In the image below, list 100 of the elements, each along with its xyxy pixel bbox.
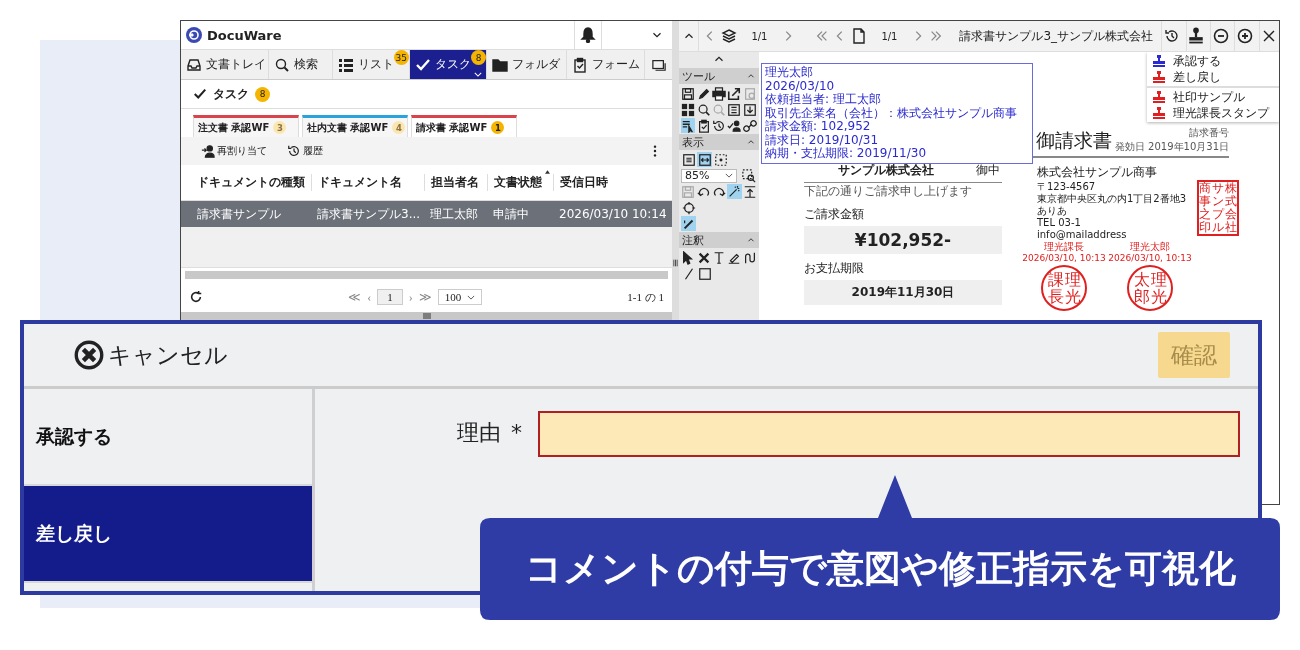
fit-page-icon[interactable] bbox=[681, 152, 696, 167]
save-icon[interactable] bbox=[681, 86, 696, 101]
list-icon bbox=[338, 56, 354, 73]
table-cell-text: 理工太郎 bbox=[429, 205, 479, 223]
honorific: 御中 bbox=[976, 162, 1000, 179]
list-document-icon[interactable] bbox=[727, 102, 742, 117]
link-icon[interactable] bbox=[742, 118, 757, 133]
invoice-amount: ¥102,952- bbox=[804, 226, 1002, 254]
window-icon[interactable] bbox=[652, 57, 666, 72]
nav-tab[interactable]: フォーム bbox=[567, 50, 645, 79]
section-title: 注釈 bbox=[682, 232, 704, 248]
menu-item[interactable]: 差し戻し bbox=[1147, 69, 1279, 85]
annotation-line: 請求金額: 102,952 bbox=[765, 120, 872, 134]
toolbar-button[interactable]: 再割り当て bbox=[201, 144, 267, 158]
zoom-area-icon[interactable] bbox=[741, 168, 756, 183]
cancel-button[interactable]: キャンセル bbox=[74, 339, 228, 371]
history-icon[interactable] bbox=[1163, 28, 1180, 44]
column-header[interactable]: ドキュメント名 bbox=[311, 174, 424, 191]
table-cell-text: 請求書サンプル3... bbox=[316, 205, 422, 223]
fullscreen-icon[interactable] bbox=[713, 152, 728, 167]
panel-header[interactable]: 注釈 bbox=[679, 232, 759, 248]
zoom-in-icon[interactable] bbox=[1236, 28, 1253, 44]
export-icon[interactable] bbox=[727, 86, 742, 101]
align-icon[interactable] bbox=[742, 184, 757, 199]
workflow-tab[interactable]: 注文書 承認WF 3 bbox=[193, 115, 299, 137]
nav-tab[interactable]: 文書トレイ bbox=[181, 50, 269, 79]
refresh-icon[interactable] bbox=[189, 290, 203, 304]
download-icon[interactable] bbox=[742, 102, 757, 117]
annotation-line: 2026/03/10 bbox=[765, 79, 836, 93]
first-page-button[interactable]: ≪ bbox=[348, 289, 362, 305]
toolbar-button[interactable]: 履歴 bbox=[287, 144, 323, 158]
drag-handle-icon[interactable] bbox=[673, 258, 678, 267]
column-header[interactable]: 文書状態 bbox=[487, 174, 553, 191]
zoom-out-icon[interactable] bbox=[1212, 28, 1229, 44]
table-row[interactable]: 請求書サンプル 請求書サンプル3... 理工太郎 申請中 2026/03/10 10:14 bbox=[181, 201, 672, 227]
menu-item[interactable]: 承認する bbox=[1147, 53, 1279, 69]
history-icon[interactable] bbox=[712, 118, 726, 133]
reason-field[interactable] bbox=[538, 411, 1240, 457]
document-icon[interactable] bbox=[851, 28, 868, 44]
freehand-icon[interactable] bbox=[742, 250, 757, 265]
panel-header[interactable]: ツール bbox=[679, 68, 759, 84]
person-check-icon[interactable] bbox=[727, 118, 742, 133]
caret-icon bbox=[474, 72, 482, 77]
field-label: 理由 bbox=[457, 419, 501, 447]
previous-page-button[interactable]: ‹ bbox=[367, 289, 372, 305]
fit-width-icon[interactable] bbox=[697, 152, 712, 167]
callout-text: コメントの付与で意図や修正指示を可視化 bbox=[524, 546, 1236, 592]
wand-icon[interactable] bbox=[727, 184, 742, 199]
nav-tab[interactable]: タスク 8 bbox=[410, 50, 487, 79]
check-icon bbox=[193, 87, 207, 101]
rectangle-icon[interactable] bbox=[697, 266, 712, 281]
next-page-button[interactable]: › bbox=[408, 289, 413, 305]
annotation-line: 依頼担当者: 理工太郎 bbox=[765, 93, 882, 107]
annotation-line: 納期・支払期限: 2019/11/30 bbox=[765, 147, 928, 161]
nav-tab[interactable]: 検索 bbox=[269, 50, 333, 79]
zoom-dropdown[interactable]: 85% bbox=[681, 168, 737, 183]
close-circle-icon bbox=[74, 340, 104, 370]
option-item[interactable]: 差し戻し bbox=[24, 486, 312, 583]
count-badge: 35 bbox=[393, 50, 409, 65]
menu-label: 社印サンプル bbox=[1173, 88, 1245, 106]
annotation-line: 請求日: 2019/10/31 bbox=[765, 133, 880, 147]
menu-item[interactable]: 社印サンプル bbox=[1147, 89, 1279, 105]
pointer-icon[interactable] bbox=[681, 250, 696, 265]
page-number-field[interactable]: 1 bbox=[377, 289, 403, 305]
panel-header[interactable]: 表示 bbox=[679, 134, 759, 150]
menu-item[interactable]: 理光課長スタンプ bbox=[1147, 105, 1279, 121]
count-badge: 3 bbox=[273, 121, 287, 134]
workflow-tab[interactable]: 社内文書 承認WF 4 bbox=[302, 115, 408, 137]
page-size-dropdown[interactable]: 100 bbox=[437, 289, 483, 305]
section-title: 表示 bbox=[682, 134, 704, 150]
bell-icon[interactable] bbox=[580, 27, 596, 43]
clipboard-icon[interactable] bbox=[696, 118, 711, 133]
stamp-icon[interactable] bbox=[1187, 27, 1206, 45]
grid-icon[interactable] bbox=[681, 102, 696, 117]
issuer-detail: info@mailaddress bbox=[1037, 229, 1127, 241]
issuer-name: 株式会社サンプル商事 bbox=[1037, 164, 1157, 181]
pencil-icon[interactable] bbox=[696, 86, 711, 101]
table-cell-text: 請求書サンプル bbox=[196, 205, 282, 223]
nav-tab[interactable]: フォルダ bbox=[487, 50, 567, 79]
last-page-button[interactable]: ≫ bbox=[418, 289, 432, 305]
cross-icon[interactable] bbox=[696, 250, 711, 265]
layers-icon[interactable] bbox=[721, 28, 738, 44]
search-icon[interactable] bbox=[696, 102, 711, 117]
drag-handle-icon[interactable] bbox=[422, 313, 431, 319]
page-title: タスク bbox=[213, 85, 249, 103]
stamp-name: 理光課長 bbox=[1044, 241, 1084, 253]
document-title: 請求書サンプル3_サンプル株式会社 bbox=[959, 27, 1154, 45]
required-mark: * bbox=[511, 419, 522, 447]
text-select-icon[interactable] bbox=[681, 118, 696, 133]
double-chevron-right-icon[interactable] bbox=[929, 29, 944, 43]
column-header[interactable]: 担当者名 bbox=[424, 174, 487, 191]
horizontal-scrollbar[interactable] bbox=[185, 271, 668, 279]
text-tool-icon[interactable] bbox=[712, 250, 726, 265]
caret-icon bbox=[725, 173, 733, 178]
menu-label: 承認する bbox=[1173, 52, 1221, 70]
rotate-icon[interactable] bbox=[681, 200, 696, 215]
workflow-tab[interactable]: 請求書 承認WF 1 bbox=[411, 115, 517, 137]
column-header[interactable]: ドキュメントの種類 bbox=[181, 174, 311, 191]
annotation-note[interactable]: 理光太郎 2026/03/10 依頼担当者: 理工太郎 取引先企業名（会社）：株式会社サンプル商事 請求金額: 102,952 請求日: 2019/10/31 納期・支払期限: 2019/11/30 bbox=[761, 63, 1033, 164]
printer-icon[interactable] bbox=[712, 86, 726, 101]
